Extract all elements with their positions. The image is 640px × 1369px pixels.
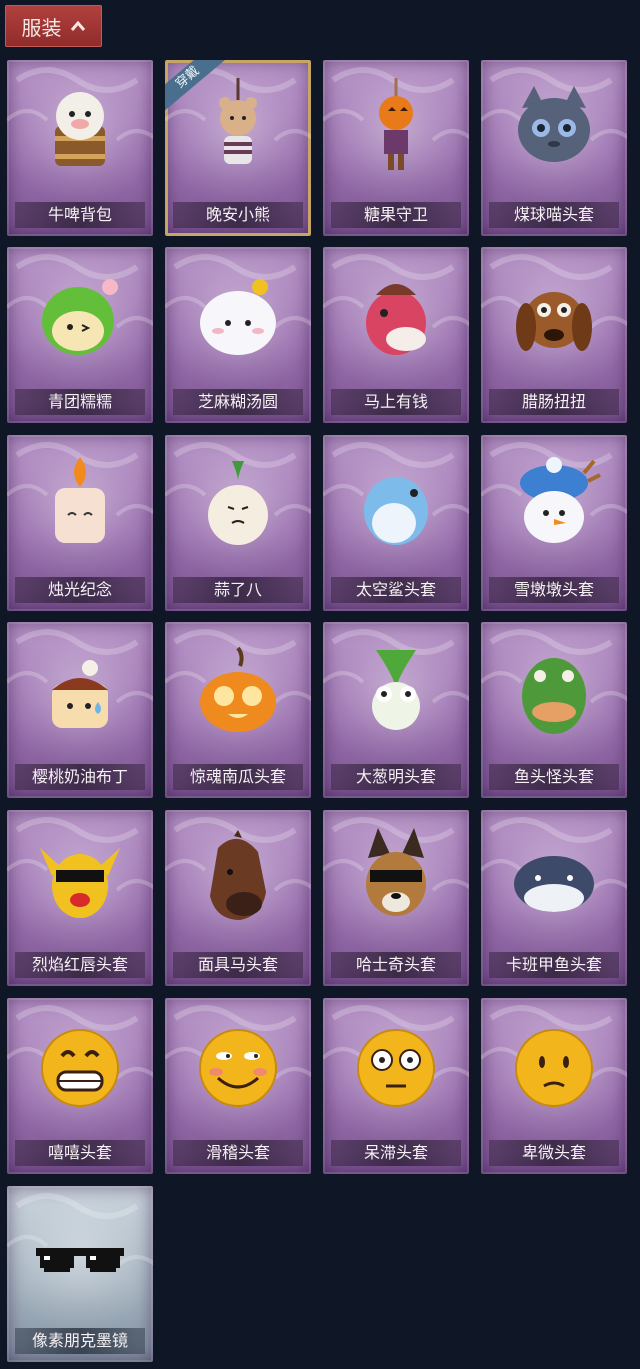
costume-card[interactable]: 烛光纪念 <box>7 435 153 611</box>
costume-card[interactable]: 煤球喵头套 <box>481 60 627 236</box>
costume-name: 滑稽头套 <box>173 1140 303 1166</box>
costume-name: 牛啤背包 <box>15 202 145 228</box>
fish-head-icon <box>522 658 586 734</box>
costume-card[interactable]: 卡班甲鱼头套 <box>481 810 627 986</box>
costume-card[interactable]: 牛啤背包 <box>7 60 153 236</box>
costume-card[interactable]: 马上有钱 <box>323 247 469 423</box>
costume-name: 糖果守卫 <box>331 202 461 228</box>
costume-name: 像素朋克墨镜 <box>15 1328 145 1354</box>
red-horse-icon <box>366 284 426 355</box>
costume-name: 晚安小熊 <box>173 202 303 228</box>
costume-card[interactable]: 像素朋克墨镜 <box>7 1186 153 1362</box>
costume-name: 面具马头套 <box>173 952 303 978</box>
costume-card[interactable]: 腊肠扭扭 <box>481 247 627 423</box>
costume-name: 呆滞头套 <box>331 1140 461 1166</box>
costume-name: 蒜了八 <box>173 577 303 603</box>
costume-name: 嘻嘻头套 <box>15 1140 145 1166</box>
whale-head-icon <box>514 856 594 912</box>
costume-card[interactable]: 面具马头套 <box>165 810 311 986</box>
costume-toggle-button[interactable]: 服装 <box>5 5 102 47</box>
costume-card[interactable]: 嘻嘻头套 <box>7 998 153 1174</box>
costume-name: 煤球喵头套 <box>489 202 619 228</box>
dachshund-icon <box>516 292 592 351</box>
costume-card[interactable]: 樱桃奶油布丁 <box>7 622 153 798</box>
costume-card[interactable]: 晚安小熊 穿戴 <box>165 60 311 236</box>
cat-head-icon <box>518 86 590 162</box>
grin-emoji-icon <box>41 1029 119 1107</box>
costume-name: 芝麻糊汤圆 <box>173 389 303 415</box>
horse-mask-icon <box>210 830 266 920</box>
smirk-emoji-icon <box>199 1029 277 1107</box>
costume-name: 卡班甲鱼头套 <box>489 952 619 978</box>
cow-beer-backpack-icon <box>55 92 105 166</box>
costume-card[interactable]: 糖果守卫 <box>323 60 469 236</box>
costume-card[interactable]: 太空鲨头套 <box>323 435 469 611</box>
jack-o-lantern-icon <box>200 646 276 732</box>
yellow-mask-icon <box>40 848 120 918</box>
costume-name: 青团糯糯 <box>15 389 145 415</box>
costume-card[interactable]: 雪墩墩头套 <box>481 435 627 611</box>
candle-icon <box>55 457 105 543</box>
chevron-up-icon <box>70 20 85 31</box>
scallion-head-icon <box>372 650 420 730</box>
pixel-sunglasses-icon <box>36 1248 124 1272</box>
dazed-emoji-icon <box>357 1029 435 1107</box>
costume-name: 鱼头怪头套 <box>489 764 619 790</box>
bear-keychain-icon <box>219 78 257 164</box>
costume-name: 烈焰红唇头套 <box>15 952 145 978</box>
humble-emoji-icon <box>515 1029 593 1107</box>
costume-name: 雪墩墩头套 <box>489 577 619 603</box>
green-dumpling-icon <box>42 279 118 355</box>
garlic-icon <box>208 461 268 545</box>
white-dumpling-icon <box>200 279 276 355</box>
husky-head-icon <box>366 828 426 916</box>
costume-card[interactable]: 鱼头怪头套 <box>481 622 627 798</box>
costume-name: 大葱明头套 <box>331 764 461 790</box>
pumpkin-doll-icon <box>379 78 413 170</box>
costume-card[interactable]: 大葱明头套 <box>323 622 469 798</box>
costume-name: 腊肠扭扭 <box>489 389 619 415</box>
costume-card[interactable]: 哈士奇头套 <box>323 810 469 986</box>
costume-card[interactable]: 惊魂南瓜头套 <box>165 622 311 798</box>
costume-card[interactable]: 滑稽头套 <box>165 998 311 1174</box>
costume-name: 卑微头套 <box>489 1140 619 1166</box>
costume-card[interactable]: 烈焰红唇头套 <box>7 810 153 986</box>
costume-card[interactable]: 芝麻糊汤圆 <box>165 247 311 423</box>
costume-name: 马上有钱 <box>331 389 461 415</box>
costume-card[interactable]: 青团糯糯 <box>7 247 153 423</box>
pudding-icon <box>52 660 108 728</box>
costume-card[interactable]: 呆滞头套 <box>323 998 469 1174</box>
shark-head-icon <box>364 477 428 545</box>
section-title: 服装 <box>21 15 62 40</box>
snowman-head-icon <box>520 457 601 543</box>
costume-name: 烛光纪念 <box>15 577 145 603</box>
costume-name: 哈士奇头套 <box>331 952 461 978</box>
costume-name: 樱桃奶油布丁 <box>15 764 145 790</box>
costume-name: 惊魂南瓜头套 <box>173 764 303 790</box>
costume-card[interactable]: 卑微头套 <box>481 998 627 1174</box>
costume-name: 太空鲨头套 <box>331 577 461 603</box>
costume-card[interactable]: 蒜了八 <box>165 435 311 611</box>
